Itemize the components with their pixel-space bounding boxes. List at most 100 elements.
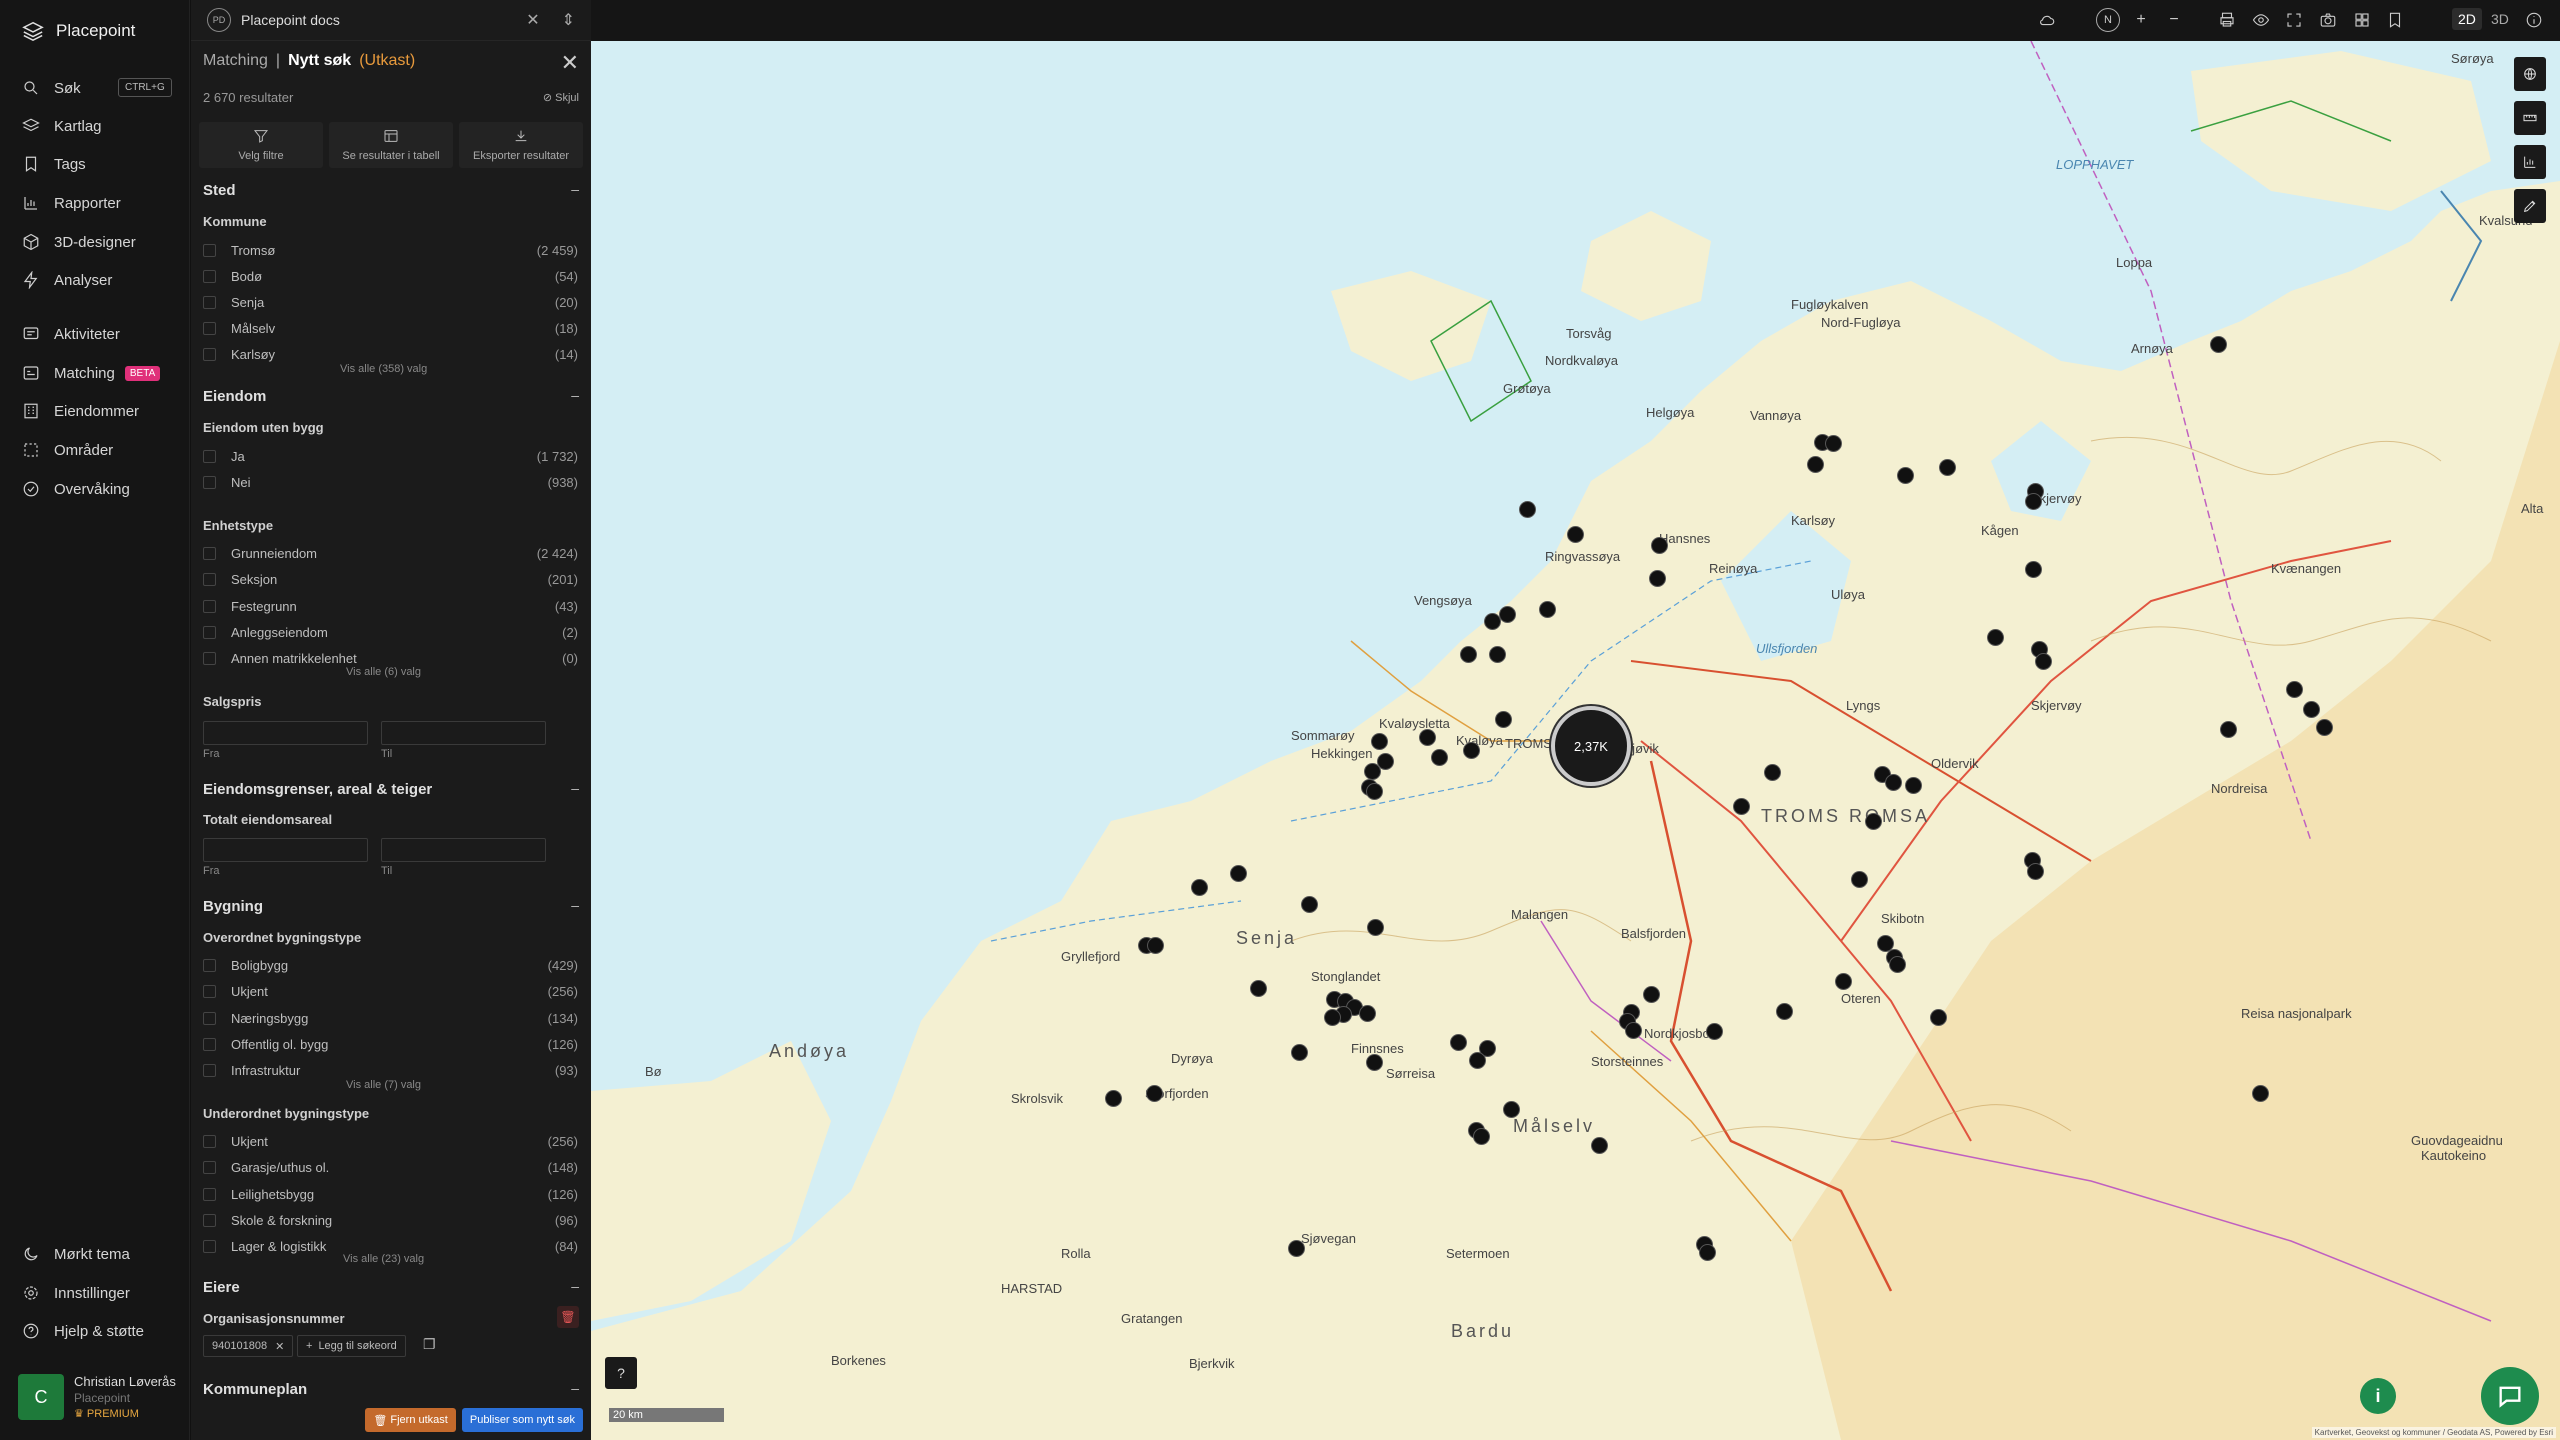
- map-marker[interactable]: [1105, 1090, 1122, 1107]
- filter-option[interactable]: Næringsbygg (134): [203, 1008, 578, 1028]
- map-marker[interactable]: [1897, 467, 1914, 484]
- checkbox[interactable]: [203, 295, 216, 309]
- map-marker[interactable]: [1469, 1052, 1486, 1069]
- map-marker[interactable]: [2303, 701, 2320, 718]
- map-marker[interactable]: [2316, 719, 2333, 736]
- filter-option[interactable]: Annen matrikkelenhet (0): [203, 648, 578, 668]
- checkbox[interactable]: [203, 269, 216, 283]
- map-marker[interactable]: [1567, 526, 1584, 543]
- filter-option[interactable]: Leilighetsbygg (126): [203, 1184, 578, 1204]
- map-marker[interactable]: [1807, 456, 1824, 473]
- choose-filters-button[interactable]: Velg filtre: [199, 122, 323, 168]
- checkbox[interactable]: [203, 449, 216, 463]
- map-marker[interactable]: [1539, 601, 1556, 618]
- map-marker[interactable]: [1250, 980, 1267, 997]
- filter-option[interactable]: Festegrunn (43): [203, 596, 578, 616]
- checkbox[interactable]: [203, 475, 216, 489]
- map-marker[interactable]: [1301, 896, 1318, 913]
- measure-button[interactable]: [2514, 101, 2546, 135]
- draw-button[interactable]: [2514, 189, 2546, 223]
- map-marker[interactable]: [1146, 1085, 1163, 1102]
- checkbox[interactable]: [203, 572, 216, 586]
- chat-button[interactable]: [2481, 1367, 2539, 1425]
- user-card[interactable]: C Christian Løverås Placepoint ♛ PREMIUM: [18, 1374, 176, 1422]
- show-all-link[interactable]: Vis alle (23) valg: [343, 1253, 424, 1265]
- nav-item-kartlag[interactable]: Kartlag: [22, 114, 102, 138]
- map-marker[interactable]: [1851, 871, 1868, 888]
- nav-search[interactable]: Søk: [22, 76, 81, 100]
- map-marker[interactable]: [2035, 653, 2052, 670]
- collapse-icon[interactable]: –: [571, 387, 579, 403]
- filter-option[interactable]: Infrastruktur (93): [203, 1060, 578, 1080]
- map-marker[interactable]: [2210, 336, 2227, 353]
- filter-option[interactable]: Tromsø (2 459): [203, 240, 578, 260]
- map-marker[interactable]: [2220, 721, 2237, 738]
- zoom-out-icon[interactable]: −: [2164, 10, 2184, 30]
- map-marker[interactable]: [1291, 1044, 1308, 1061]
- map-marker[interactable]: [1359, 1005, 1376, 1022]
- checkbox[interactable]: [203, 1063, 216, 1077]
- copy-icon[interactable]: ❐: [423, 1336, 436, 1353]
- collapse-icon[interactable]: –: [571, 897, 579, 913]
- checkbox[interactable]: [203, 1037, 216, 1051]
- area-to-input[interactable]: [381, 838, 546, 862]
- nav-item-aktiviteter[interactable]: Aktiviteter: [22, 322, 120, 346]
- filter-option[interactable]: Ukjent (256): [203, 1131, 578, 1151]
- map-marker[interactable]: [1450, 1034, 1467, 1051]
- hide-button[interactable]: ⊘ Skjul: [543, 91, 579, 104]
- map-marker[interactable]: [1147, 937, 1164, 954]
- nav-item-overvaking[interactable]: Overvåking: [22, 477, 130, 501]
- map-marker[interactable]: [1885, 774, 1902, 791]
- mode-2d-button[interactable]: 2D: [2452, 8, 2482, 30]
- filter-option[interactable]: Karlsøy (14): [203, 344, 578, 364]
- bookmark-icon[interactable]: [2385, 10, 2405, 30]
- map-marker[interactable]: [1191, 879, 1208, 896]
- checkbox[interactable]: [203, 599, 216, 613]
- checkbox[interactable]: [203, 625, 216, 639]
- map-marker[interactable]: [1431, 749, 1448, 766]
- nav-item-help[interactable]: Hjelp & støtte: [22, 1319, 144, 1343]
- map-marker[interactable]: [1643, 986, 1660, 1003]
- nav-item-analyser[interactable]: Analyser: [22, 268, 112, 292]
- section-title[interactable]: Bygning: [203, 898, 263, 915]
- map-marker[interactable]: [1419, 729, 1436, 746]
- map-marker[interactable]: [1503, 1101, 1520, 1118]
- trash-icon[interactable]: 🗑: [557, 1306, 579, 1328]
- map-marker[interactable]: [1889, 956, 1906, 973]
- map-marker[interactable]: [1230, 865, 1247, 882]
- chart-button[interactable]: [2514, 145, 2546, 179]
- checkbox[interactable]: [203, 243, 216, 257]
- add-keyword-button[interactable]: + Legg til søkeord: [297, 1335, 406, 1357]
- show-all-link[interactable]: Vis alle (7) valg: [346, 1079, 421, 1091]
- filter-option[interactable]: Målselv (18): [203, 318, 578, 338]
- show-all-link[interactable]: Vis alle (6) valg: [346, 666, 421, 678]
- map-marker[interactable]: [1835, 973, 1852, 990]
- nav-item-settings[interactable]: Innstillinger: [22, 1281, 130, 1305]
- map-marker[interactable]: [1706, 1023, 1723, 1040]
- checkbox[interactable]: [203, 958, 216, 972]
- filter-option[interactable]: Senja (20): [203, 292, 578, 312]
- filter-list[interactable]: Sted – Kommune Tromsø (2 459) Bodø (54) Se…: [191, 176, 591, 1406]
- eye-icon[interactable]: [2251, 10, 2271, 30]
- map-marker[interactable]: [1591, 1137, 1608, 1154]
- filter-option[interactable]: Garasje/uthus ol. (148): [203, 1157, 578, 1177]
- publish-button[interactable]: Publiser som nytt søk: [461, 1408, 583, 1432]
- info-button[interactable]: i: [2360, 1378, 2396, 1414]
- checkbox[interactable]: [203, 347, 216, 361]
- map-marker[interactable]: [1324, 1009, 1341, 1026]
- checkbox[interactable]: [203, 984, 216, 998]
- nav-item-3d-designer[interactable]: 3D-designer: [22, 230, 136, 254]
- filter-option[interactable]: Boligbygg (429): [203, 955, 578, 975]
- section-title[interactable]: Kommuneplan: [203, 1381, 307, 1398]
- map-marker[interactable]: [1288, 1240, 1305, 1257]
- filter-option[interactable]: Nei (938): [203, 472, 578, 492]
- checkbox[interactable]: [203, 546, 216, 560]
- map-marker[interactable]: [1825, 435, 1842, 452]
- section-title[interactable]: Sted: [203, 182, 236, 199]
- checkbox[interactable]: [203, 1134, 216, 1148]
- remove-draft-button[interactable]: 🗑 Fjern utkast: [365, 1408, 456, 1432]
- map-cluster-marker[interactable]: 2,37K: [1551, 706, 1631, 786]
- map-marker[interactable]: [1625, 1022, 1642, 1039]
- info-icon[interactable]: [2524, 10, 2544, 30]
- close-icon[interactable]: ✕: [526, 10, 539, 30]
